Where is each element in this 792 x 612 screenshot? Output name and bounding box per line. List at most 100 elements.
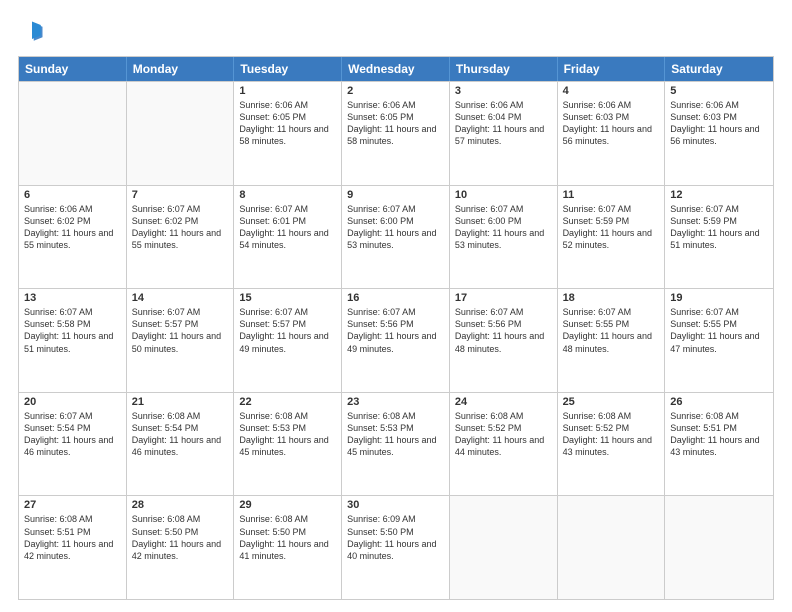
cell-info: Sunrise: 6:07 AM Sunset: 5:59 PM Dayligh… — [670, 203, 768, 252]
cal-cell — [19, 82, 127, 185]
cal-cell: 22Sunrise: 6:08 AM Sunset: 5:53 PM Dayli… — [234, 393, 342, 496]
day-number: 9 — [347, 189, 444, 201]
day-number: 1 — [239, 85, 336, 97]
cell-info: Sunrise: 6:08 AM Sunset: 5:51 PM Dayligh… — [24, 513, 121, 562]
cell-info: Sunrise: 6:07 AM Sunset: 6:00 PM Dayligh… — [455, 203, 552, 252]
cell-info: Sunrise: 6:07 AM Sunset: 5:55 PM Dayligh… — [563, 306, 660, 355]
cal-cell: 27 Sunrise: 6:08 AM Sunset: 5:51 PM Dayli… — [19, 496, 127, 599]
cal-cell — [450, 496, 558, 599]
cal-cell: 30 Sunrise: 6:09 AM Sunset: 5:50 PM Dayli… — [342, 496, 450, 599]
cell-info: Sunrise: 6:07 AM Sunset: 5:57 PM Dayligh… — [239, 306, 336, 355]
cal-cell: 17 Sunrise: 6:07 AM Sunset: 5:56 PM Dayli… — [450, 289, 558, 392]
cal-cell: 21Sunrise: 6:08 AM Sunset: 5:54 PM Dayli… — [127, 393, 235, 496]
cal-cell: 29 Sunrise: 6:08 AM Sunset: 5:50 PM Dayli… — [234, 496, 342, 599]
cal-cell: 12 Sunrise: 6:07 AM Sunset: 5:59 PM Dayli… — [665, 186, 773, 289]
cal-cell: 13 Sunrise: 6:07 AM Sunset: 5:58 PM Dayli… — [19, 289, 127, 392]
cal-cell: 6Sunrise: 6:06 AM Sunset: 6:02 PM Daylig… — [19, 186, 127, 289]
cal-cell: 24Sunrise: 6:08 AM Sunset: 5:52 PM Dayli… — [450, 393, 558, 496]
cell-info: Sunrise: 6:07 AM Sunset: 5:58 PM Dayligh… — [24, 306, 121, 355]
cell-info: Sunrise: 6:07 AM Sunset: 5:56 PM Dayligh… — [455, 306, 552, 355]
day-number: 5 — [670, 85, 768, 97]
cal-cell: 11 Sunrise: 6:07 AM Sunset: 5:59 PM Dayli… — [558, 186, 666, 289]
calendar-header: SundayMondayTuesdayWednesdayThursdayFrid… — [19, 57, 773, 81]
calendar-row-3: 13 Sunrise: 6:07 AM Sunset: 5:58 PM Dayli… — [19, 288, 773, 392]
cell-info: Sunrise: 6:07 AM Sunset: 5:57 PM Dayligh… — [132, 306, 229, 355]
header — [18, 18, 774, 46]
cal-cell: 1 Sunrise: 6:06 AM Sunset: 6:05 PM Daylig… — [234, 82, 342, 185]
day-number: 26 — [670, 396, 768, 408]
header-day-monday: Monday — [127, 57, 235, 81]
cal-cell — [127, 82, 235, 185]
day-number: 8 — [239, 189, 336, 201]
day-number: 30 — [347, 499, 444, 511]
day-number: 3 — [455, 85, 552, 97]
cell-info: Sunrise: 6:07 AM Sunset: 5:56 PM Dayligh… — [347, 306, 444, 355]
cell-info: Sunrise: 6:08 AM Sunset: 5:54 PM Dayligh… — [132, 410, 229, 459]
cell-info: Sunrise: 6:09 AM Sunset: 5:50 PM Dayligh… — [347, 513, 444, 562]
day-number: 7 — [132, 189, 229, 201]
calendar-row-4: 20 Sunrise: 6:07 AM Sunset: 5:54 PM Dayli… — [19, 392, 773, 496]
cal-cell: 20 Sunrise: 6:07 AM Sunset: 5:54 PM Dayli… — [19, 393, 127, 496]
cell-info: Sunrise: 6:08 AM Sunset: 5:50 PM Dayligh… — [239, 513, 336, 562]
cal-cell: 14 Sunrise: 6:07 AM Sunset: 5:57 PM Dayli… — [127, 289, 235, 392]
cell-info: Sunrise: 6:06 AM Sunset: 6:02 PM Dayligh… — [24, 203, 121, 252]
header-day-friday: Friday — [558, 57, 666, 81]
cell-info: Sunrise: 6:07 AM Sunset: 6:01 PM Dayligh… — [239, 203, 336, 252]
day-number: 13 — [24, 292, 121, 304]
cal-cell — [665, 496, 773, 599]
cal-cell: 8 Sunrise: 6:07 AM Sunset: 6:01 PM Daylig… — [234, 186, 342, 289]
day-number: 16 — [347, 292, 444, 304]
cell-info: Sunrise: 6:08 AM Sunset: 5:50 PM Dayligh… — [132, 513, 229, 562]
cal-cell: 28 Sunrise: 6:08 AM Sunset: 5:50 PM Dayli… — [127, 496, 235, 599]
page: SundayMondayTuesdayWednesdayThursdayFrid… — [0, 0, 792, 612]
cell-info: Sunrise: 6:06 AM Sunset: 6:03 PM Dayligh… — [563, 99, 660, 148]
day-number: 4 — [563, 85, 660, 97]
cell-info: Sunrise: 6:06 AM Sunset: 6:04 PM Dayligh… — [455, 99, 552, 148]
day-number: 11 — [563, 189, 660, 201]
calendar: SundayMondayTuesdayWednesdayThursdayFrid… — [18, 56, 774, 600]
cell-info: Sunrise: 6:07 AM Sunset: 5:54 PM Dayligh… — [24, 410, 121, 459]
day-number: 20 — [24, 396, 121, 408]
cal-cell: 19Sunrise: 6:07 AM Sunset: 5:55 PM Dayli… — [665, 289, 773, 392]
cal-cell: 10 Sunrise: 6:07 AM Sunset: 6:00 PM Dayli… — [450, 186, 558, 289]
day-number: 14 — [132, 292, 229, 304]
day-number: 23 — [347, 396, 444, 408]
header-day-thursday: Thursday — [450, 57, 558, 81]
cal-cell: 9Sunrise: 6:07 AM Sunset: 6:00 PM Daylig… — [342, 186, 450, 289]
header-day-sunday: Sunday — [19, 57, 127, 81]
day-number: 29 — [239, 499, 336, 511]
day-number: 17 — [455, 292, 552, 304]
header-day-tuesday: Tuesday — [234, 57, 342, 81]
cal-cell: 25Sunrise: 6:08 AM Sunset: 5:52 PM Dayli… — [558, 393, 666, 496]
cal-cell: 5 Sunrise: 6:06 AM Sunset: 6:03 PM Daylig… — [665, 82, 773, 185]
logo — [18, 18, 50, 46]
calendar-row-2: 6Sunrise: 6:06 AM Sunset: 6:02 PM Daylig… — [19, 185, 773, 289]
day-number: 19 — [670, 292, 768, 304]
cal-cell: 3 Sunrise: 6:06 AM Sunset: 6:04 PM Daylig… — [450, 82, 558, 185]
day-number: 12 — [670, 189, 768, 201]
cell-info: Sunrise: 6:07 AM Sunset: 5:59 PM Dayligh… — [563, 203, 660, 252]
cal-cell: 2 Sunrise: 6:06 AM Sunset: 6:05 PM Daylig… — [342, 82, 450, 185]
cell-info: Sunrise: 6:08 AM Sunset: 5:52 PM Dayligh… — [563, 410, 660, 459]
day-number: 18 — [563, 292, 660, 304]
day-number: 28 — [132, 499, 229, 511]
header-day-wednesday: Wednesday — [342, 57, 450, 81]
calendar-row-1: 1 Sunrise: 6:06 AM Sunset: 6:05 PM Daylig… — [19, 81, 773, 185]
cal-cell: 26 Sunrise: 6:08 AM Sunset: 5:51 PM Dayli… — [665, 393, 773, 496]
cell-info: Sunrise: 6:06 AM Sunset: 6:05 PM Dayligh… — [239, 99, 336, 148]
calendar-body: 1 Sunrise: 6:06 AM Sunset: 6:05 PM Daylig… — [19, 81, 773, 599]
day-number: 27 — [24, 499, 121, 511]
cal-cell — [558, 496, 666, 599]
cell-info: Sunrise: 6:06 AM Sunset: 6:05 PM Dayligh… — [347, 99, 444, 148]
cal-cell: 15 Sunrise: 6:07 AM Sunset: 5:57 PM Dayli… — [234, 289, 342, 392]
day-number: 15 — [239, 292, 336, 304]
cal-cell: 4 Sunrise: 6:06 AM Sunset: 6:03 PM Daylig… — [558, 82, 666, 185]
cell-info: Sunrise: 6:06 AM Sunset: 6:03 PM Dayligh… — [670, 99, 768, 148]
logo-icon — [18, 18, 46, 46]
day-number: 2 — [347, 85, 444, 97]
cell-info: Sunrise: 6:07 AM Sunset: 6:02 PM Dayligh… — [132, 203, 229, 252]
day-number: 10 — [455, 189, 552, 201]
cell-info: Sunrise: 6:08 AM Sunset: 5:51 PM Dayligh… — [670, 410, 768, 459]
day-number: 24 — [455, 396, 552, 408]
cal-cell: 16 Sunrise: 6:07 AM Sunset: 5:56 PM Dayli… — [342, 289, 450, 392]
